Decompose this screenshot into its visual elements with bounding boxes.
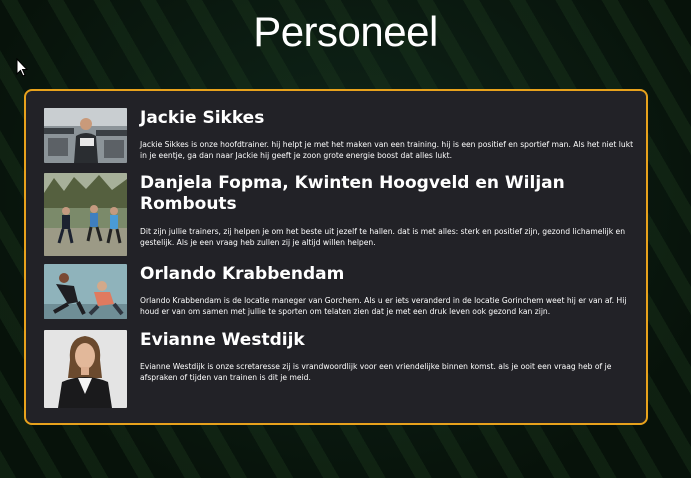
staff-name: Evianne Westdijk bbox=[140, 330, 305, 350]
staff-name: Jackie Sikkes bbox=[140, 108, 265, 128]
workout-photo bbox=[44, 264, 127, 319]
receptionist-photo bbox=[44, 330, 127, 408]
staff-panel: Jackie Sikkes Jackie Sikkes is onze hoof… bbox=[24, 89, 648, 425]
staff-description: Jackie Sikkes is onze hoofdtrainer. hij … bbox=[140, 140, 634, 160]
mouse-cursor-icon bbox=[16, 58, 29, 77]
staff-description: Evianne Westdijk is onze scretaresse zij… bbox=[140, 362, 612, 382]
staff-name: Danjela Fopma, Kwinten Hoogveld en Wilja… bbox=[140, 173, 565, 214]
staff-description: Dit zijn jullie trainers, zij helpen je … bbox=[140, 227, 626, 247]
staff-description: Orlando Krabbendam is de locatie maneger… bbox=[140, 296, 627, 316]
page-title: Personeel bbox=[253, 8, 438, 55]
staff-name: Orlando Krabbendam bbox=[140, 264, 345, 284]
gym-trainer-photo bbox=[44, 108, 127, 163]
runners-photo bbox=[44, 173, 127, 256]
